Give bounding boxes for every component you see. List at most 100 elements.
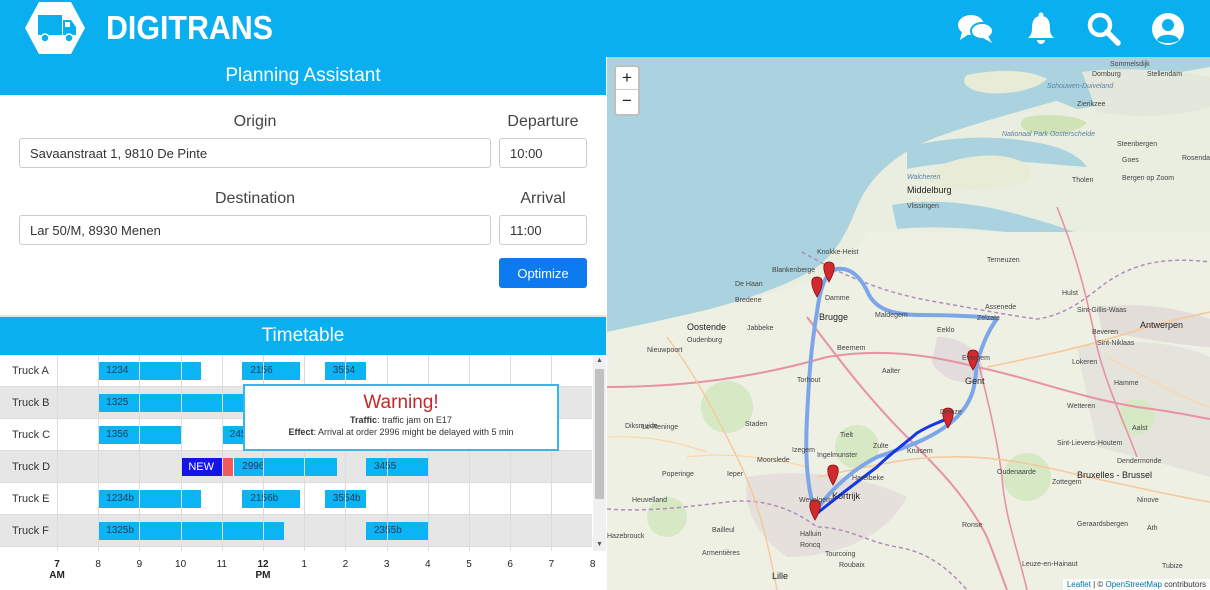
- map-place-label: Halluin: [800, 531, 822, 538]
- tick-label: 4: [425, 559, 431, 570]
- map-place-label: Wevelgem: [799, 497, 832, 504]
- order-block[interactable]: 2156: [242, 362, 301, 380]
- timetable-scrollbar[interactable]: ▲ ▼: [593, 355, 606, 551]
- map-place-label: De Haan: [735, 281, 763, 288]
- map-place-label: Domburg: [1092, 71, 1121, 78]
- brand-title: DIGITRANS: [106, 9, 273, 46]
- time-tick: 10: [166, 559, 196, 570]
- map-place-label: Lille: [772, 571, 789, 581]
- user-icon[interactable]: [1149, 10, 1187, 48]
- map-place-label: Zottegem: [1052, 479, 1082, 486]
- chat-icon[interactable]: [957, 10, 995, 48]
- map-place-label: Sint-Niklaas: [1097, 340, 1135, 347]
- warning-title: Warning!: [363, 392, 439, 413]
- map-place-label: Bergen op Zoom: [1122, 175, 1175, 182]
- departure-label: Departure: [507, 113, 579, 130]
- app-window: DIGITRANS Planning Assistant Origin Sava…: [0, 0, 1210, 590]
- map-attribution: Leaflet | © OpenStreetMap contributors: [1062, 579, 1210, 590]
- scroll-thumb[interactable]: [595, 369, 604, 499]
- destination-input[interactable]: [19, 215, 491, 245]
- map-place-label: Sommelsdijk: [1110, 61, 1150, 68]
- scroll-up-icon[interactable]: ▲: [593, 355, 606, 367]
- tick-label: 10: [175, 559, 187, 570]
- timetable-row: Truck E 1234b 2156b 3554b: [0, 483, 592, 515]
- route-map[interactable]: Sommelsdijk Stellendam Schouwen-Duiveland Z…: [607, 57, 1210, 590]
- leaflet-link[interactable]: Leaflet: [1067, 580, 1091, 589]
- truck-name: Truck B: [12, 397, 50, 409]
- map-place-label: Schouwen-Duiveland: [1047, 83, 1114, 90]
- time-tick: 8: [83, 559, 113, 570]
- arrival-input[interactable]: [499, 215, 587, 245]
- time-tick: 12 PM: [248, 559, 278, 581]
- bell-icon[interactable]: [1022, 10, 1060, 48]
- map-place-label: Stellendam: [1147, 71, 1183, 78]
- truck-name: Truck E: [12, 493, 50, 505]
- zoom-in-button[interactable]: +: [616, 67, 638, 90]
- truck-logo-icon[interactable]: [24, 1, 86, 55]
- departure-input[interactable]: [499, 138, 587, 168]
- map-place-label: Torhout: [797, 377, 821, 384]
- delay-block[interactable]: [221, 458, 235, 476]
- order-block[interactable]: 3455: [366, 458, 428, 476]
- optimize-button[interactable]: Optimize: [499, 258, 587, 288]
- map-place-label: Roubaix: [839, 562, 865, 569]
- search-icon[interactable]: [1085, 10, 1123, 48]
- map-place-label: Knokke-Heist: [817, 249, 859, 256]
- tick-label: 1: [301, 559, 307, 570]
- map-place-label: Izegem: [792, 447, 815, 454]
- map-place-label: Aalter: [882, 368, 901, 375]
- time-tick: 3: [372, 559, 402, 570]
- map-place-label: Vlissingen: [907, 203, 939, 210]
- grid-line: [139, 355, 141, 551]
- attribution-tail: contributors: [1161, 580, 1206, 589]
- map-place-label: Eeklo: [937, 327, 955, 334]
- order-block[interactable]: 1325b: [98, 522, 284, 540]
- order-block[interactable]: 1234: [98, 362, 202, 380]
- new-order-block[interactable]: NEW: [180, 458, 222, 476]
- map-place-label: Damme: [825, 295, 850, 302]
- order-block[interactable]: 2996: [234, 458, 338, 476]
- effect-label: Effect: [288, 427, 314, 437]
- map-place-label: Bredene: [735, 297, 762, 304]
- tick-label: 9: [136, 559, 143, 570]
- origin-input[interactable]: [19, 138, 491, 168]
- grid-line: [98, 355, 100, 551]
- tick-label: 8: [589, 559, 596, 570]
- map-place-label: Geraardsbergen: [1077, 521, 1128, 528]
- destination-label: Destination: [214, 190, 296, 207]
- planning-assistant-title: Planning Assistant: [0, 57, 606, 95]
- map-place-label: Lo-Reninge: [642, 424, 679, 431]
- grid-line: [180, 355, 182, 551]
- tick-label: 6: [507, 559, 513, 570]
- order-block[interactable]: 2156b: [242, 490, 301, 508]
- grid-line: [221, 355, 223, 551]
- zoom-out-button[interactable]: −: [616, 90, 638, 113]
- timetable-row: Truck A 1234 2156 3554: [0, 355, 592, 387]
- map-place-label: Tielt: [840, 432, 853, 439]
- warning-effect-line: Effect: Arrival at order 2996 might be d…: [245, 426, 557, 438]
- osm-link[interactable]: OpenStreetMap: [1105, 580, 1161, 589]
- time-tick: 11: [207, 559, 237, 570]
- time-tick: 7 AM: [42, 559, 72, 581]
- map-place-label: Tourcoing: [825, 551, 856, 558]
- map-place-label: Ronse: [962, 522, 983, 529]
- map-place-label: Poperinge: [662, 471, 694, 478]
- map-place-label: Ingelmunster: [817, 452, 858, 459]
- map-place-label: Roncq: [800, 542, 821, 549]
- order-block[interactable]: 2355b: [366, 522, 428, 540]
- map-place-label: Aalst: [1132, 425, 1148, 432]
- map-place-label: Assenede: [985, 304, 1017, 311]
- warning-traffic-line: Traffic: traffic jam on E17: [245, 414, 557, 426]
- tick-label: 2: [342, 559, 349, 570]
- map-place-label: Heuvelland: [632, 497, 668, 504]
- map-place-label: Zierikzee: [1077, 101, 1106, 108]
- order-block[interactable]: 1325: [98, 394, 247, 412]
- map-place-label: Moorslede: [757, 457, 790, 464]
- time-tick: 9: [124, 559, 154, 570]
- map-place-label: Oudenburg: [687, 337, 723, 344]
- order-block[interactable]: 1234b: [98, 490, 202, 508]
- scroll-down-icon[interactable]: ▼: [593, 539, 606, 551]
- grid-line: [57, 355, 58, 551]
- origin-label: Origin: [233, 113, 277, 130]
- map-place-label: Jabbeke: [747, 325, 774, 332]
